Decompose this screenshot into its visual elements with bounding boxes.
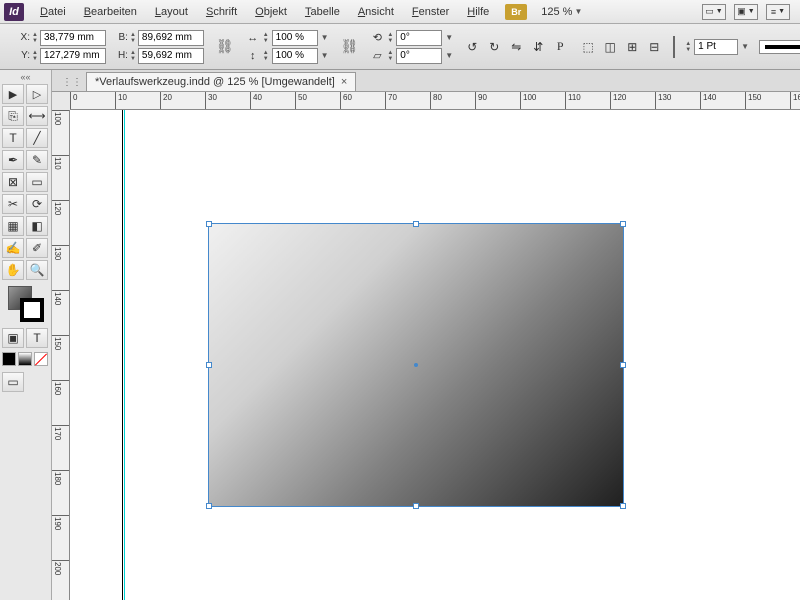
menu-bearbeiten[interactable]: Bearbeiten <box>76 4 145 20</box>
zoom-tool[interactable]: 🔍 <box>26 260 48 280</box>
menu-schrift[interactable]: Schrift <box>198 4 245 20</box>
rotate-ccw-icon[interactable]: ↺ <box>463 38 481 56</box>
resize-handle[interactable] <box>206 503 212 509</box>
arrange-menu[interactable]: ▣▼ <box>734 4 758 20</box>
scale-x-input[interactable] <box>272 30 318 46</box>
shear-icon: ▱ <box>370 49 384 63</box>
gradient-rectangle[interactable] <box>208 223 624 507</box>
path-p-icon[interactable]: P <box>551 38 569 56</box>
note-tool[interactable]: ✍ <box>2 238 24 258</box>
page-tool[interactable]: ⎘ <box>2 106 24 126</box>
control-panel: X:▲▼ Y:▲▼ B:▲▼ H:▲▼ ⛓ ↔▲▼▼ ↕▲▼▼ ⛓ ⟲▲▼▼ ▱… <box>0 24 800 70</box>
menu-layout[interactable]: Layout <box>147 4 196 20</box>
rotate-flip-cluster: ↺ ↻ ⇋ ⇵ P <box>463 38 569 56</box>
tools-panel: «« ▶▷ ⎘⟷ T╱ ✒✎ ⊠▭ ✂⟳ ▦◧ ✍✐ ✋🔍 ▣T ▭ <box>0 70 52 600</box>
gradient-feather-tool[interactable]: ◧ <box>26 216 48 236</box>
menu-fenster[interactable]: Fenster <box>404 4 457 20</box>
screen-mode-menu[interactable]: ▭▼ <box>702 4 726 20</box>
tab-overflow-icon[interactable]: ⋮⋮ <box>58 74 86 91</box>
stroke-weight-input[interactable] <box>694 39 738 55</box>
resize-handle[interactable] <box>206 221 212 227</box>
scissors-tool[interactable]: ✂ <box>2 194 24 214</box>
stroke-style[interactable] <box>759 40 800 54</box>
align-icon-2[interactable]: ⊟ <box>645 38 663 56</box>
selection-tool[interactable]: ▶ <box>2 84 24 104</box>
scale-x-icon: ↔ <box>246 31 260 45</box>
menubar: Id Datei Bearbeiten Layout Schrift Objek… <box>0 0 800 24</box>
close-tab-icon[interactable]: × <box>341 76 347 88</box>
center-point[interactable] <box>414 363 418 367</box>
gradient-swatch-tool[interactable]: ▦ <box>2 216 24 236</box>
bridge-badge[interactable]: Br <box>505 4 527 20</box>
width-input[interactable] <box>138 30 204 46</box>
hand-tool[interactable]: ✋ <box>2 260 24 280</box>
rectangle-tool[interactable]: ▭ <box>26 172 48 192</box>
menu-ansicht[interactable]: Ansicht <box>350 4 402 20</box>
menu-tabelle[interactable]: Tabelle <box>297 4 348 20</box>
resize-handle[interactable] <box>413 503 419 509</box>
select-container-icon[interactable]: ⬚ <box>579 38 597 56</box>
fill-swatch[interactable] <box>673 36 675 58</box>
formatting-container[interactable]: ▣ <box>2 328 24 348</box>
select-content-icon[interactable]: ◫ <box>601 38 619 56</box>
rotate-icon: ⟲ <box>370 31 384 45</box>
constrain-scale-icon[interactable]: ⛓ <box>339 38 361 55</box>
type-tool[interactable]: T <box>2 128 24 148</box>
resize-handle[interactable] <box>413 221 419 227</box>
scale-y-input[interactable] <box>272 48 318 64</box>
reference-point[interactable] <box>6 36 8 58</box>
apply-none[interactable] <box>34 352 48 366</box>
fill-stroke-proxy[interactable] <box>8 286 44 322</box>
canvas[interactable] <box>70 110 800 600</box>
menu-datei[interactable]: Datei <box>32 4 74 20</box>
y-input[interactable] <box>40 48 106 64</box>
workspace-menu[interactable]: ≡▼ <box>766 4 790 20</box>
pencil-tool[interactable]: ✎ <box>26 150 48 170</box>
shear-input[interactable] <box>396 48 442 64</box>
constrain-wh-icon[interactable]: ⛓ <box>214 38 236 55</box>
rectangle-frame-tool[interactable]: ⊠ <box>2 172 24 192</box>
eyedropper-tool[interactable]: ✐ <box>26 238 48 258</box>
app-icon: Id <box>4 3 24 21</box>
transform-tool[interactable]: ⟳ <box>26 194 48 214</box>
document-tab[interactable]: *Verlaufswerkzeug.indd @ 125 % [Umgewand… <box>86 72 356 91</box>
horizontal-ruler[interactable]: 0102030405060708090100110120130140150160 <box>70 92 800 110</box>
flip-v-icon[interactable]: ⇵ <box>529 38 547 56</box>
resize-handle[interactable] <box>620 221 626 227</box>
height-input[interactable] <box>138 48 204 64</box>
menu-hilfe[interactable]: Hilfe <box>459 4 497 20</box>
pen-tool[interactable]: ✒ <box>2 150 24 170</box>
gap-tool[interactable]: ⟷ <box>26 106 48 126</box>
rotate-cw-icon[interactable]: ↻ <box>485 38 503 56</box>
align-icon-1[interactable]: ⊞ <box>623 38 641 56</box>
line-tool[interactable]: ╱ <box>26 128 48 148</box>
direct-selection-tool[interactable]: ▷ <box>26 84 48 104</box>
view-mode[interactable]: ▭ <box>2 372 24 392</box>
apply-color[interactable] <box>2 352 16 366</box>
rotate-input[interactable] <box>396 30 442 46</box>
zoom-level[interactable]: 125 %▼ <box>541 6 582 18</box>
resize-handle[interactable] <box>206 362 212 368</box>
x-input[interactable] <box>40 30 106 46</box>
menu-objekt[interactable]: Objekt <box>247 4 295 20</box>
formatting-text[interactable]: T <box>26 328 48 348</box>
resize-handle[interactable] <box>620 503 626 509</box>
scale-y-icon: ↕ <box>246 49 260 63</box>
resize-handle[interactable] <box>620 362 626 368</box>
vertical-ruler[interactable]: 100110120130140150160170180190200 <box>52 110 70 600</box>
vertical-guide[interactable] <box>124 110 125 600</box>
flip-h-icon[interactable]: ⇋ <box>507 38 525 56</box>
tab-bar: ⋮⋮ *Verlaufswerkzeug.indd @ 125 % [Umgew… <box>52 70 800 92</box>
align-cluster: ⬚ ◫ ⊞ ⊟ <box>579 38 663 56</box>
tab-label: *Verlaufswerkzeug.indd @ 125 % [Umgewand… <box>95 76 335 88</box>
apply-gradient[interactable] <box>18 352 32 366</box>
